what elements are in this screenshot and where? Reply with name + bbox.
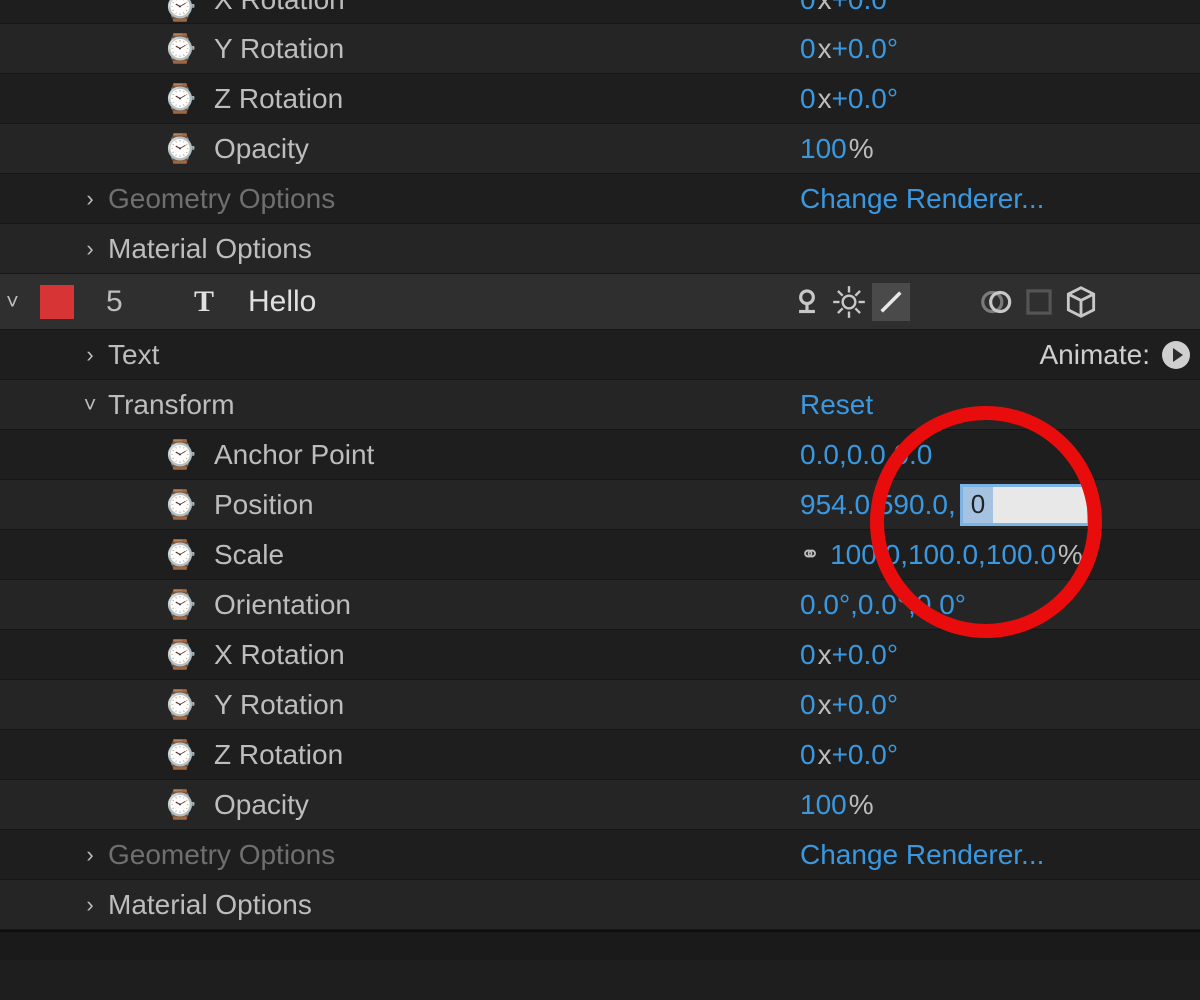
anchor-z-value[interactable]: 0.0 [893, 439, 932, 471]
group-label: Material Options [108, 233, 312, 265]
property-label: Y Rotation [214, 33, 344, 65]
group-row-material-options-upper[interactable]: › Material Options [0, 224, 1200, 274]
rotation-degrees[interactable]: +0.0 [832, 639, 887, 671]
property-row-orientation: ⌚ Orientation 0.0°, 0.0°, 0.0° [0, 580, 1200, 630]
orientation-y-value[interactable]: 0.0 [858, 589, 897, 621]
collapse-transformations-icon[interactable] [830, 283, 868, 321]
group-label: Text [108, 339, 159, 371]
group-row-material-options[interactable]: › Material Options [0, 880, 1200, 930]
property-label: Orientation [214, 589, 351, 621]
opacity-value[interactable]: 100 [800, 789, 847, 821]
rotation-revolutions[interactable]: 0 [800, 689, 816, 721]
3d-layer-icon[interactable] [1062, 283, 1100, 321]
rotation-degrees[interactable]: +0.0 [832, 83, 887, 115]
rotation-degrees[interactable]: +0.0 [832, 689, 887, 721]
stopwatch-icon[interactable]: ⌚ [163, 438, 198, 471]
position-y-value[interactable]: 590.0 [878, 489, 948, 521]
position-x-value[interactable]: 954.0 [800, 489, 870, 521]
group-row-geometry-options[interactable]: › Geometry Options Change Renderer... [0, 830, 1200, 880]
layer-index: 5 [106, 285, 123, 319]
chevron-right-icon[interactable]: › [78, 186, 102, 212]
stopwatch-icon[interactable]: ⌚ [163, 32, 198, 65]
group-row-transform[interactable]: ˅ Transform Reset [0, 380, 1200, 430]
stopwatch-icon[interactable]: ⌚ [163, 788, 198, 821]
stopwatch-icon[interactable]: ⌚ [163, 82, 198, 115]
orientation-z-value[interactable]: 0.0 [916, 589, 955, 621]
property-label: Anchor Point [214, 439, 374, 471]
group-row-text[interactable]: › Text Animate: [0, 330, 1200, 380]
stopwatch-icon[interactable]: ⌚ [163, 132, 198, 165]
property-label: Z Rotation [214, 83, 343, 115]
property-row-scale: ⌚ Scale ⚭ 100.0, 100.0, 100.0 % [0, 530, 1200, 580]
property-label: Position [214, 489, 314, 521]
layer-row-hello[interactable]: ˅ 5 T Hello [0, 274, 1200, 330]
rotation-degrees[interactable]: +0.0 [832, 0, 887, 16]
property-row-z-rotation-upper: ⌚ Z Rotation 0 x +0.0 ° [0, 74, 1200, 124]
quality-sampling-icon[interactable] [872, 283, 910, 321]
group-label: Geometry Options [108, 839, 335, 871]
chevron-right-icon[interactable]: › [78, 236, 102, 262]
scale-x-value[interactable]: 100.0 [830, 539, 900, 571]
rotation-revolutions[interactable]: 0 [800, 33, 816, 65]
rotation-revolutions[interactable]: 0 [800, 739, 816, 771]
property-row-anchor-point: ⌚ Anchor Point 0.0, 0.0, 0.0 [0, 430, 1200, 480]
scale-z-value[interactable]: 100.0 [986, 539, 1056, 571]
property-row-x-rotation: ⌚ X Rotation 0 x +0.0 ° [0, 630, 1200, 680]
orientation-x-value[interactable]: 0.0 [800, 589, 839, 621]
property-row-z-rotation: ⌚ Z Rotation 0 x +0.0 ° [0, 730, 1200, 780]
stopwatch-icon[interactable]: ⌚ [163, 0, 198, 23]
property-row-opacity-upper: ⌚ Opacity 100 % [0, 124, 1200, 174]
stopwatch-icon[interactable]: ⌚ [163, 538, 198, 571]
property-row-y-rotation: ⌚ Y Rotation 0 x +0.0 ° [0, 680, 1200, 730]
property-label: Opacity [214, 133, 309, 165]
layer-color-swatch[interactable] [40, 285, 74, 319]
property-row-y-rotation-upper: ⌚ Y Rotation 0 x +0.0 ° [0, 24, 1200, 74]
group-row-geometry-options-upper[interactable]: › Geometry Options Change Renderer... [0, 174, 1200, 224]
rotation-revolutions[interactable]: 0 [800, 83, 816, 115]
adjustment-layer-icon[interactable] [1020, 283, 1058, 321]
property-label: X Rotation [214, 0, 345, 16]
rotation-degrees[interactable]: +0.0 [832, 739, 887, 771]
constrain-proportions-icon[interactable]: ⚭ [800, 540, 820, 569]
shy-icon[interactable] [788, 283, 826, 321]
property-row-x-rotation-upper: ⌚ X Rotation 0 x +0.0 ° [0, 0, 1200, 24]
property-label: Scale [214, 539, 284, 571]
property-label: X Rotation [214, 639, 345, 671]
animate-menu-label[interactable]: Animate: [1040, 339, 1151, 371]
scale-y-value[interactable]: 100.0 [908, 539, 978, 571]
anchor-x-value[interactable]: 0.0 [800, 439, 839, 471]
motion-blur-icon[interactable] [978, 283, 1016, 321]
stopwatch-icon[interactable]: ⌚ [163, 588, 198, 621]
opacity-value[interactable]: 100 [800, 133, 847, 165]
group-label: Material Options [108, 889, 312, 921]
position-z-input[interactable] [960, 484, 1090, 526]
property-row-position: ⌚ Position 954.0, 590.0, [0, 480, 1200, 530]
reset-link[interactable]: Reset [800, 389, 873, 421]
anchor-y-value[interactable]: 0.0 [847, 439, 886, 471]
property-label: Z Rotation [214, 739, 343, 771]
stopwatch-icon[interactable]: ⌚ [163, 638, 198, 671]
text-layer-icon: T [194, 285, 214, 319]
change-renderer-link[interactable]: Change Renderer... [800, 183, 1044, 215]
chevron-right-icon[interactable]: › [78, 842, 102, 868]
stopwatch-icon[interactable]: ⌚ [163, 688, 198, 721]
property-label: Opacity [214, 789, 309, 821]
animate-menu-icon[interactable] [1162, 341, 1190, 369]
chevron-right-icon[interactable]: › [78, 892, 102, 918]
change-renderer-link[interactable]: Change Renderer... [800, 839, 1044, 871]
panel-footer [0, 930, 1200, 960]
rotation-revolutions[interactable]: 0 [800, 0, 816, 16]
chevron-right-icon[interactable]: › [78, 342, 102, 368]
group-label: Transform [108, 389, 235, 421]
chevron-down-icon[interactable]: ˅ [6, 289, 19, 315]
rotation-degrees[interactable]: +0.0 [832, 33, 887, 65]
group-label: Geometry Options [108, 183, 335, 215]
chevron-down-icon[interactable]: ˅ [78, 392, 102, 418]
property-label: Y Rotation [214, 689, 344, 721]
property-row-opacity: ⌚ Opacity 100 % [0, 780, 1200, 830]
stopwatch-icon[interactable]: ⌚ [163, 738, 198, 771]
rotation-revolutions[interactable]: 0 [800, 639, 816, 671]
stopwatch-icon[interactable]: ⌚ [163, 488, 198, 521]
layer-name[interactable]: Hello [248, 285, 316, 319]
